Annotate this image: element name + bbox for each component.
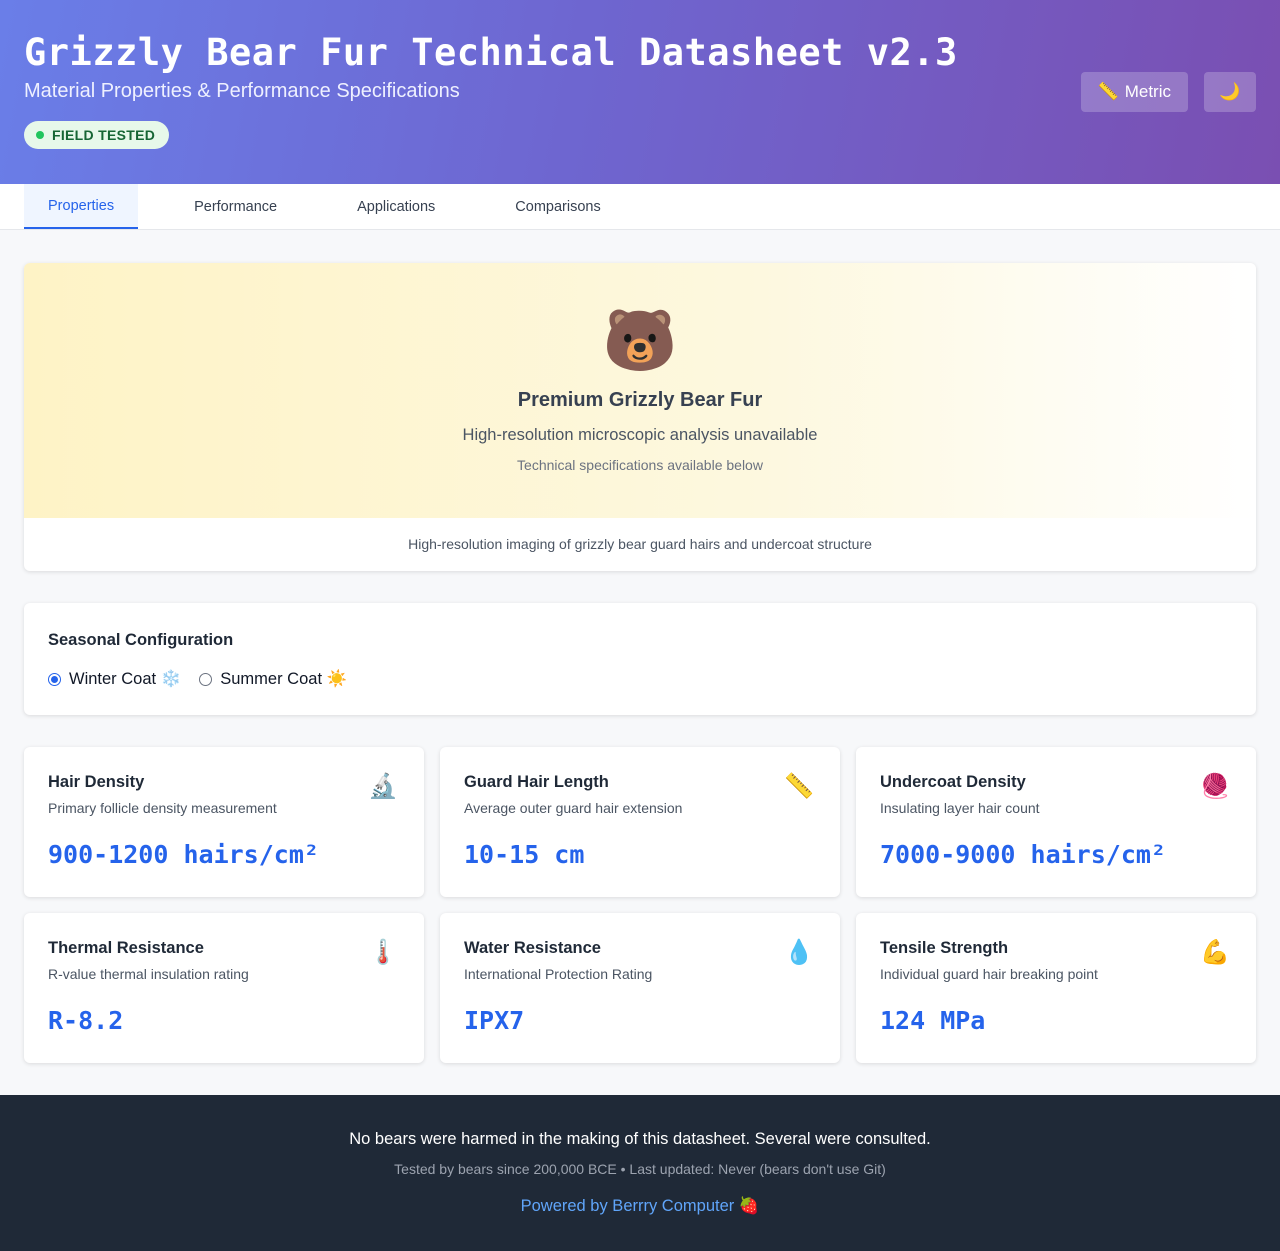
tab-bar: Properties Performance Applications Comp…: [0, 184, 1280, 230]
spec-name: Tensile Strength: [880, 939, 1009, 957]
status-badge-label: FIELD TESTED: [52, 127, 156, 143]
coat-radio-group: Winter Coat ❄️ Summer Coat ☀️: [48, 670, 1232, 689]
spec-value: 10-15 cm: [464, 840, 585, 869]
spec-name: Water Resistance: [464, 939, 601, 957]
status-badge: FIELD TESTED: [24, 121, 170, 149]
units-toggle-button[interactable]: 📏 Metric: [1080, 72, 1188, 112]
spec-value: 7000-9000 hairs/cm²: [880, 840, 1166, 869]
page-subtitle: Material Properties & Performance Specif…: [24, 80, 460, 102]
powered-by-link[interactable]: Powered by Berrry Computer 🍓: [521, 1197, 760, 1216]
spec-name: Hair Density: [48, 773, 145, 791]
flexed-bicep-icon: 💪: [1200, 939, 1230, 966]
spec-value: 900-1200 hairs/cm²: [48, 840, 319, 869]
spec-name: Thermal Resistance: [48, 939, 204, 957]
thermometer-icon: 🌡️: [368, 939, 398, 966]
tab-properties[interactable]: Properties: [24, 184, 139, 229]
microscope-icon: 🔬: [368, 773, 398, 800]
spec-card-guard-hair-length: Guard Hair Length Average outer guard ha…: [440, 747, 840, 897]
footer-meta: Tested by bears since 200,000 BCE • Last…: [394, 1161, 886, 1177]
summer-coat-radio[interactable]: Summer Coat ☀️: [199, 670, 347, 689]
winter-coat-radio[interactable]: Winter Coat ❄️: [48, 670, 181, 689]
spec-grid: Hair Density Primary follicle density me…: [24, 747, 1256, 1063]
page-header: Grizzly Bear Fur Technical Datasheet v2.…: [0, 0, 1280, 184]
spec-name: Guard Hair Length: [464, 773, 609, 791]
hero-caption: High-resolution imaging of grizzly bear …: [408, 536, 872, 552]
spec-name: Undercoat Density: [880, 773, 1026, 791]
spec-description: International Protection Rating: [464, 966, 653, 982]
ruler-icon: 📏: [784, 773, 814, 800]
hero-subtitle: High-resolution microscopic analysis una…: [462, 426, 818, 444]
droplet-icon: 💧: [784, 939, 814, 966]
summer-coat-label: Summer Coat ☀️: [220, 670, 348, 688]
ruler-icon: 📏: [1097, 82, 1119, 101]
header-actions: 📏 Metric 🌙: [1080, 72, 1256, 112]
page-title: Grizzly Bear Fur Technical Datasheet v2.…: [24, 31, 958, 74]
bear-icon: 🐻: [602, 307, 678, 374]
spec-card-water-resistance: Water Resistance International Protectio…: [440, 913, 840, 1063]
hero-image-placeholder: 🐻 Premium Grizzly Bear Fur High-resoluti…: [24, 263, 1256, 518]
spec-value: R-8.2: [48, 1006, 124, 1035]
seasonal-configuration-card: Seasonal Configuration Winter Coat ❄️ Su…: [24, 603, 1256, 715]
theme-toggle-button[interactable]: 🌙: [1204, 72, 1256, 112]
spec-description: Insulating layer hair count: [880, 800, 1040, 816]
status-dot-icon: [36, 131, 44, 139]
yarn-icon: 🧶: [1200, 773, 1230, 800]
radio-unchecked-icon[interactable]: [199, 673, 213, 686]
tab-applications[interactable]: Applications: [333, 184, 459, 229]
footer-disclaimer: No bears were harmed in the making of th…: [349, 1130, 931, 1148]
main-content: 🐻 Premium Grizzly Bear Fur High-resoluti…: [0, 230, 1280, 1063]
spec-card-hair-density: Hair Density Primary follicle density me…: [24, 747, 424, 897]
winter-coat-label: Winter Coat ❄️: [69, 670, 182, 688]
seasonal-configuration-title: Seasonal Configuration: [48, 631, 234, 649]
radio-checked-icon[interactable]: [48, 673, 61, 686]
tab-comparisons[interactable]: Comparisons: [491, 184, 624, 229]
spec-card-tensile-strength: Tensile Strength Individual guard hair b…: [856, 913, 1256, 1063]
tab-performance[interactable]: Performance: [170, 184, 301, 229]
hero-card: 🐻 Premium Grizzly Bear Fur High-resoluti…: [24, 263, 1256, 571]
spec-value: 124 MPa: [880, 1006, 986, 1035]
spec-card-undercoat-density: Undercoat Density Insulating layer hair …: [856, 747, 1256, 897]
spec-card-thermal-resistance: Thermal Resistance R-value thermal insul…: [24, 913, 424, 1063]
spec-description: Individual guard hair breaking point: [880, 966, 1098, 982]
spec-description: Primary follicle density measurement: [48, 800, 277, 816]
spec-description: Average outer guard hair extension: [464, 800, 683, 816]
hero-note: Technical specifications available below: [517, 457, 763, 473]
units-toggle-label: Metric: [1124, 82, 1171, 101]
spec-value: IPX7: [464, 1006, 525, 1035]
hero-title: Premium Grizzly Bear Fur: [517, 389, 763, 411]
moon-icon: 🌙: [1219, 82, 1241, 101]
spec-description: R-value thermal insulation rating: [48, 966, 249, 982]
page-footer: No bears were harmed in the making of th…: [0, 1095, 1280, 1251]
